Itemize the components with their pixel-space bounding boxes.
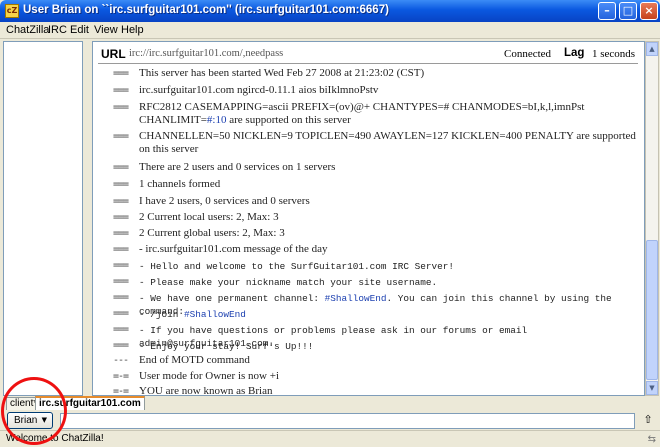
menu-bar: ChatZilla IRC Edit View Help <box>0 22 660 39</box>
connection-header: URL irc://irc.surfguitar101.com/,needpas… <box>98 44 638 64</box>
message-nick: === <box>113 102 129 113</box>
url-value[interactable]: irc://irc.surfguitar101.com/,needpass <box>129 48 283 59</box>
message-text: - /join #ShallowEnd <box>139 308 639 321</box>
scroll-down-icon[interactable]: ▼ <box>646 381 658 395</box>
message-nick: === <box>113 68 129 79</box>
pane-splitter[interactable] <box>84 41 92 396</box>
status-text: Welcome to ChatZilla! <box>6 433 104 444</box>
message-nick: === <box>113 276 129 287</box>
message-nick: =-= <box>113 386 129 396</box>
menu-help[interactable]: Help <box>121 24 144 36</box>
tab-strip: client* irc.surfguitar101.com <box>0 396 660 411</box>
menu-irc[interactable]: IRC <box>48 24 67 36</box>
nickname-label: Brian <box>14 415 38 426</box>
maximize-button[interactable]: □ <box>619 2 637 20</box>
message-nick: === <box>113 292 129 303</box>
title-bar[interactable]: cZ User Brian on ``irc.surfguitar101.com… <box>0 0 660 22</box>
message-nick: === <box>113 340 129 351</box>
resize-grip-icon[interactable]: ⇆ <box>648 434 656 445</box>
message-output[interactable]: URL irc://irc.surfguitar101.com/,needpas… <box>92 41 645 396</box>
channel-link[interactable]: #ShallowEnd <box>184 309 246 320</box>
close-button[interactable]: × <box>640 2 658 20</box>
message-text-line: - /join <box>139 309 185 320</box>
message-text: End of MOTD command <box>139 354 250 366</box>
message-text: User mode for Owner is now +i <box>139 370 280 382</box>
message-text-line: CHANLIMIT= <box>139 114 207 126</box>
input-row: Brian ▼ ⇧ <box>0 410 660 430</box>
url-label: URL <box>101 47 126 61</box>
scroll-up-icon[interactable]: ▲ <box>646 42 658 56</box>
status-bar: Welcome to ChatZilla! ⇆ <box>0 430 660 447</box>
channel-link[interactable]: #:10 <box>207 114 227 126</box>
channel-link[interactable]: #ShallowEnd <box>325 293 387 304</box>
lag-label: Lag <box>564 47 585 59</box>
message-nick: === <box>113 228 129 239</box>
menu-chatzilla[interactable]: ChatZilla <box>6 24 49 36</box>
message-input[interactable] <box>60 413 635 429</box>
message-nick: === <box>113 196 129 207</box>
message-text: 1 channels formed <box>139 178 221 190</box>
message-nick: === <box>113 324 129 335</box>
nickname-button[interactable]: Brian ▼ <box>7 412 53 429</box>
message-text: This server has been started Wed Feb 27 … <box>139 67 425 79</box>
message-text-line: RFC2812 CASEMAPPING=ascii PREFIX=(ov)@+ … <box>139 101 585 113</box>
message-text: - Hello and welcome to the SurfGuitar101… <box>139 261 455 272</box>
message-text: - Enjoy your stay! Surf's Up!!! <box>139 341 314 352</box>
message-text-line: - We have one permanent channel: <box>139 293 325 304</box>
message-text-line: are supported on this server <box>226 114 351 126</box>
message-text: 2 Current global users: 2, Max: 3 <box>139 227 285 239</box>
expand-input-icon[interactable]: ⇧ <box>640 412 656 428</box>
message-text: I have 2 users, 0 services and 0 servers <box>139 195 310 207</box>
lag-value: 1 seconds <box>592 48 636 60</box>
message-nick: === <box>113 85 129 96</box>
output-scrollbar[interactable]: ▲ ▼ <box>645 41 659 396</box>
message-text-line: CHANNELLEN=50 NICKLEN=9 TOPICLEN=490 AWA… <box>139 130 636 142</box>
window-title: User Brian on ``irc.surfguitar101.com'' … <box>23 4 389 16</box>
message-text: - irc.surfguitar101.com message of the d… <box>139 243 328 255</box>
message-nick: === <box>113 179 129 190</box>
message-text: CHANNELLEN=50 NICKLEN=9 TOPICLEN=490 AWA… <box>139 130 639 156</box>
message-nick: === <box>113 308 129 319</box>
message-text: There are 2 users and 0 services on 1 se… <box>139 161 336 173</box>
message-nick: === <box>113 212 129 223</box>
message-nick: === <box>113 244 129 255</box>
chatzilla-app-icon: cZ <box>5 4 19 18</box>
message-text: - Please make your nickname match your s… <box>139 277 438 288</box>
minimize-button[interactable]: – <box>598 2 616 20</box>
message-nick: === <box>113 260 129 271</box>
tab-irc-server[interactable]: irc.surfguitar101.com <box>35 396 145 411</box>
message-nick: =-= <box>113 371 129 382</box>
chevron-down-icon: ▼ <box>41 416 47 424</box>
message-text: 2 Current local users: 2, Max: 3 <box>139 211 279 223</box>
scrollbar-thumb[interactable] <box>646 240 658 380</box>
message-text: YOU are now known as Brian <box>139 385 273 396</box>
message-text: irc.surfguitar101.com ngircd-0.11.1 aios… <box>139 84 379 96</box>
message-text: RFC2812 CASEMAPPING=ascii PREFIX=(ov)@+ … <box>139 101 639 127</box>
menu-view[interactable]: View <box>94 24 118 36</box>
menu-edit[interactable]: Edit <box>70 24 89 36</box>
message-nick: === <box>113 162 129 173</box>
user-list[interactable] <box>3 41 83 396</box>
message-nick: --- <box>113 355 129 366</box>
connection-status: Connected <box>504 48 552 60</box>
message-nick: === <box>113 131 129 142</box>
message-text-line: on this server <box>139 143 199 155</box>
